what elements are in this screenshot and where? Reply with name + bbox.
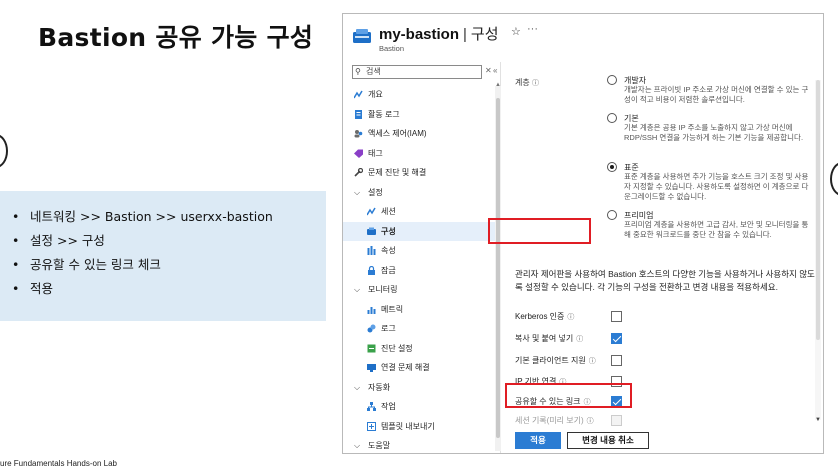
- logs-icon: [367, 324, 376, 333]
- azure-portal-screenshot: my-bastion | 구성 Bastion ☆ ··· ⚲ 검색 ✕ « 개요 …: [342, 13, 824, 454]
- resource-type: Bastion: [379, 44, 405, 53]
- chevron-down-icon: ⌵: [354, 382, 361, 392]
- metrics-icon: [367, 306, 376, 314]
- session-icon: [367, 207, 376, 216]
- discard-changes-button[interactable]: 변경 내용 취소: [567, 432, 649, 449]
- lock-icon: [368, 265, 375, 275]
- tag-icon: [354, 149, 363, 158]
- checkbox-session-recording: [611, 415, 622, 426]
- option-session-recording: 세션 기록(미리 보기) ⓘ: [515, 416, 594, 425]
- slide: Bastion 공유 가능 구성 네트워킹 >> Bastion >> user…: [0, 0, 838, 473]
- menu-item-diagnose[interactable]: 문제 진단 및 해결: [343, 163, 495, 183]
- menu-item-tags[interactable]: 태그: [343, 144, 495, 164]
- info-icon: ⓘ: [576, 336, 584, 343]
- info-icon: ⓘ: [567, 314, 575, 321]
- diagnostic-settings-icon: [367, 344, 376, 352]
- option-kerberos: Kerberos 인증 ⓘ: [515, 312, 575, 321]
- instruction-step: 적용: [10, 277, 318, 301]
- menu-item-tasks[interactable]: 작업: [343, 397, 495, 417]
- checkbox-native-client[interactable]: [611, 355, 622, 366]
- info-icon: ⓘ: [586, 418, 594, 425]
- menu-item-metrics[interactable]: 메트릭: [343, 300, 495, 320]
- menu-item-export-template[interactable]: 템플릿 내보내기: [343, 417, 495, 437]
- option-copy-paste: 복사 및 붙여 넣기 ⓘ: [515, 334, 584, 343]
- bastion-resource-icon: [353, 29, 371, 43]
- activity-log-icon: [355, 109, 362, 119]
- overview-icon: [354, 90, 363, 99]
- slide-footer: ure Fundamentals Hands-on Lab: [0, 459, 117, 468]
- tier-radio-standard[interactable]: [607, 162, 617, 172]
- menu-search-input[interactable]: ⚲ 검색: [352, 65, 482, 79]
- menu-item-logs[interactable]: 로그: [343, 319, 495, 339]
- resource-menu: ⚲ 검색 ✕ « 개요 활동 로그 액세스 제어(IAM) 태그 문제 진단 및…: [343, 62, 501, 453]
- tier-radio-premium[interactable]: [607, 210, 617, 220]
- properties-icon: [367, 246, 376, 255]
- info-icon: ⓘ: [583, 399, 591, 406]
- menu-item-overview[interactable]: 개요: [343, 85, 495, 105]
- option-shareable-link: 공유할 수 있는 링크 ⓘ: [515, 397, 591, 406]
- chevron-down-icon: ⌵: [354, 187, 361, 197]
- close-icon[interactable]: ✕: [485, 66, 492, 75]
- tier-radio-developer[interactable]: [607, 75, 617, 85]
- slide-edge-decoration-left: [0, 134, 8, 168]
- instruction-step: 설정 >> 구성: [10, 229, 318, 253]
- menu-item-locks[interactable]: 잠금: [343, 261, 495, 281]
- menu-item-diagnostic-settings[interactable]: 진단 설정: [343, 339, 495, 359]
- slide-edge-decoration-right: [830, 162, 838, 196]
- info-icon: ⓘ: [559, 379, 567, 386]
- menu-scrollbar-thumb[interactable]: [496, 98, 500, 438]
- chevron-down-icon: ⌵: [354, 441, 361, 450]
- option-native-client: 기본 클라이언트 지원 ⓘ: [515, 356, 596, 365]
- tier-label: 계층 ⓘ: [515, 78, 539, 87]
- info-icon: ⓘ: [531, 80, 539, 87]
- checkbox-copy-paste[interactable]: [611, 333, 622, 344]
- resource-menu-list: 개요 활동 로그 액세스 제어(IAM) 태그 문제 진단 및 해결 ⌵ 설정 …: [343, 85, 495, 453]
- menu-group-help[interactable]: ⌵ 도움말: [343, 436, 495, 453]
- menu-group-monitoring[interactable]: ⌵ 모니터링: [343, 280, 495, 300]
- chevron-down-icon: ⌵: [354, 285, 361, 294]
- export-template-icon: [367, 421, 376, 431]
- menu-group-automation[interactable]: ⌵ 자동화: [343, 378, 495, 398]
- configuration-pane: 계층 ⓘ 개발자 개발자는 프라이빗 IP 주소로 가상 머신에 연결할 수 있…: [507, 62, 821, 453]
- iam-icon: [354, 130, 363, 138]
- menu-item-activity-log[interactable]: 활동 로그: [343, 105, 495, 125]
- menu-group-settings[interactable]: ⌵ 설정: [343, 183, 495, 203]
- resource-title: my-bastion | 구성: [379, 26, 499, 43]
- instruction-box: 네트워킹 >> Bastion >> userxx-bastion 설정 >> …: [0, 191, 326, 321]
- features-description: 관리자 제어판을 사용하여 Bastion 호스트의 다양한 기능을 사용하거나…: [515, 269, 815, 292]
- menu-item-access-control[interactable]: 액세스 제어(IAM): [343, 124, 495, 144]
- menu-item-sessions[interactable]: 세션: [343, 202, 495, 222]
- more-options-icon[interactable]: ···: [527, 23, 538, 35]
- resource-header: my-bastion | 구성 Bastion ☆ ···: [343, 14, 823, 62]
- content-scroll-down-icon[interactable]: ▼: [815, 417, 821, 423]
- wrench-icon: [354, 168, 363, 177]
- content-scrollbar-thumb[interactable]: [816, 80, 820, 340]
- menu-item-configuration[interactable]: 구성: [343, 221, 495, 241]
- info-icon: ⓘ: [588, 358, 596, 365]
- instruction-step: 네트워킹 >> Bastion >> userxx-bastion: [10, 205, 318, 229]
- menu-item-properties[interactable]: 속성: [343, 241, 495, 261]
- configuration-icon: [367, 227, 376, 235]
- search-icon: ⚲: [355, 67, 361, 76]
- favorite-star-icon[interactable]: ☆: [511, 25, 521, 38]
- connection-troubleshoot-icon: [367, 364, 376, 372]
- tasks-icon: [367, 402, 376, 411]
- checkbox-ip-connect[interactable]: [611, 376, 622, 387]
- option-ip-connect: IP 기반 연결 ⓘ: [515, 377, 567, 386]
- instruction-step: 공유할 수 있는 링크 체크: [10, 253, 318, 277]
- checkbox-kerberos[interactable]: [611, 311, 622, 322]
- checkbox-shareable-link[interactable]: [611, 396, 622, 407]
- collapse-menu-icon[interactable]: «: [493, 66, 497, 75]
- apply-button[interactable]: 적용: [515, 432, 561, 449]
- tier-radio-basic[interactable]: [607, 113, 617, 123]
- slide-title: Bastion 공유 가능 구성: [38, 23, 314, 52]
- search-placeholder: 검색: [366, 67, 381, 76]
- menu-item-connection-troubleshoot[interactable]: 연결 문제 해결: [343, 358, 495, 378]
